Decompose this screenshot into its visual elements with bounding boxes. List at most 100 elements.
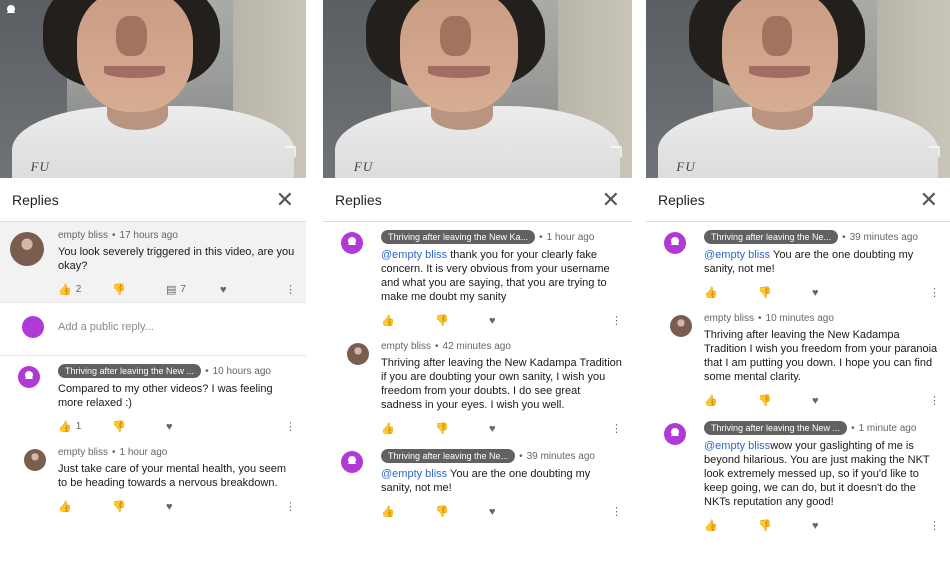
meta-separator: • [842,231,846,243]
more-button[interactable]: ⋮ [929,286,940,299]
avatar[interactable] [664,423,686,445]
comment-author[interactable]: Thriving after leaving the New ... [704,421,848,435]
dislike-button[interactable]: 👎 [112,420,166,433]
heart-button[interactable]: ♥ [812,520,866,532]
dislike-button[interactable]: 👎 [112,283,166,296]
comment-text: You look severely triggered in this vide… [58,246,295,272]
avatar[interactable] [670,315,692,337]
like-button[interactable]: 👍 2 [58,283,112,296]
heart-icon: ♥ [166,500,173,513]
video-frame[interactable]: FU [0,0,306,178]
dislike-button[interactable]: 👎 [758,519,812,532]
mention-link[interactable]: @empty bliss [704,440,770,452]
heart-button[interactable]: ♥ [220,284,274,296]
more-button[interactable]: ⋮ [611,422,622,435]
like-button[interactable]: 👍 [58,500,112,513]
comment-time: 1 hour ago [119,447,168,458]
heart-icon: ♥ [812,394,819,407]
heart-button[interactable]: ♥ [166,421,220,433]
comment-time: 1 minute ago [858,422,917,434]
fullscreen-icon[interactable] [928,146,940,158]
comment-time: 39 minutes ago [526,450,595,462]
dislike-button[interactable]: 👎 [758,394,812,407]
comment-meta: empty bliss • 10 minutes ago [704,313,940,324]
avatar[interactable] [347,343,369,365]
comment: Thriving after leaving the Ne... • 39 mi… [323,441,632,524]
heart-button[interactable]: ♥ [812,287,866,299]
add-reply-row[interactable]: Add a public reply... [0,302,306,356]
reply-input[interactable]: Add a public reply... [58,321,154,333]
avatar[interactable] [664,232,686,254]
fullscreen-icon[interactable] [284,146,296,158]
more-button[interactable]: ⋮ [611,314,622,327]
reply-button[interactable]: ▤ 7 [166,283,220,296]
more-button[interactable]: ⋮ [285,283,296,296]
comment: empty bliss • 10 minutes ago Thriving af… [646,305,950,413]
meta-separator: • [112,447,116,458]
like-button[interactable]: 👍 [704,519,758,532]
comment-author[interactable]: empty bliss [58,230,108,241]
comment-author[interactable]: Thriving after leaving the New Ka... [381,230,536,244]
meta-separator: • [851,422,855,434]
comment-meta: Thriving after leaving the New ... • 1 m… [704,421,940,435]
close-icon[interactable]: ✕ [602,188,620,211]
meta-separator: • [205,365,209,377]
avatar[interactable] [341,232,363,254]
dislike-button[interactable]: 👎 [112,500,166,513]
comment-author[interactable]: empty bliss [704,313,754,324]
like-button[interactable]: 👍 [381,422,435,435]
dislike-button[interactable]: 👎 [758,286,812,299]
dislike-button[interactable]: 👎 [435,314,489,327]
comment-meta: empty bliss • 1 hour ago [58,447,296,458]
thumbs-up-icon: 👍 [381,506,395,518]
comment: empty bliss • 42 minutes ago Thriving af… [323,333,632,441]
heart-button[interactable]: ♥ [489,315,543,327]
thumbs-up-icon: 👍 [58,501,72,513]
comment-meta: Thriving after leaving the Ne... • 39 mi… [704,230,940,244]
avatar[interactable] [341,451,363,473]
avatar[interactable] [24,449,46,471]
heart-icon: ♥ [489,422,496,435]
more-button[interactable]: ⋮ [285,500,296,513]
heart-button[interactable]: ♥ [166,501,220,513]
close-icon[interactable]: ✕ [920,188,938,211]
more-vert-icon: ⋮ [929,395,940,407]
mention-link[interactable]: @empty bliss [381,468,447,480]
avatar[interactable] [10,232,44,266]
comment: empty bliss • 1 hour ago Just take care … [0,439,306,519]
thumbs-down-icon: 👎 [112,421,126,433]
comment: Thriving after leaving the New ... • 1 m… [646,413,950,538]
thumbs-down-icon: 👎 [112,284,126,296]
comment-author[interactable]: empty bliss [381,341,431,352]
fullscreen-icon[interactable] [610,146,622,158]
comment-author[interactable]: Thriving after leaving the New ... [58,364,202,378]
heart-icon: ♥ [220,283,227,296]
heart-button[interactable]: ♥ [489,506,543,518]
like-button[interactable]: 👍 [381,505,435,518]
thumbs-up-icon: 👍 [704,520,718,532]
more-button[interactable]: ⋮ [929,394,940,407]
mention-link[interactable]: @empty bliss [704,249,770,261]
more-button[interactable]: ⋮ [929,519,940,532]
avatar[interactable] [18,366,40,388]
comment-author[interactable]: Thriving after leaving the Ne... [381,449,516,463]
more-button[interactable]: ⋮ [285,420,296,433]
like-button[interactable]: 👍 1 [58,420,112,433]
video-frame[interactable]: FU [323,0,632,178]
comment-actions: 👍 👎 ♥ ⋮ [381,314,622,328]
close-icon[interactable]: ✕ [276,188,294,211]
dislike-button[interactable]: 👎 [435,422,489,435]
comment-actions: 👍 👎 ♥ ⋮ [58,500,296,514]
dislike-button[interactable]: 👎 [435,505,489,518]
heart-button[interactable]: ♥ [489,423,543,435]
more-button[interactable]: ⋮ [611,505,622,518]
replies-header: Replies ✕ [0,178,306,222]
video-frame[interactable]: FU [646,0,950,178]
mention-link[interactable]: @empty bliss [381,249,447,261]
like-button[interactable]: 👍 [704,286,758,299]
like-button[interactable]: 👍 [381,314,435,327]
like-button[interactable]: 👍 [704,394,758,407]
comment-author[interactable]: Thriving after leaving the Ne... [704,230,839,244]
comment-author[interactable]: empty bliss [58,447,108,458]
heart-button[interactable]: ♥ [812,395,866,407]
